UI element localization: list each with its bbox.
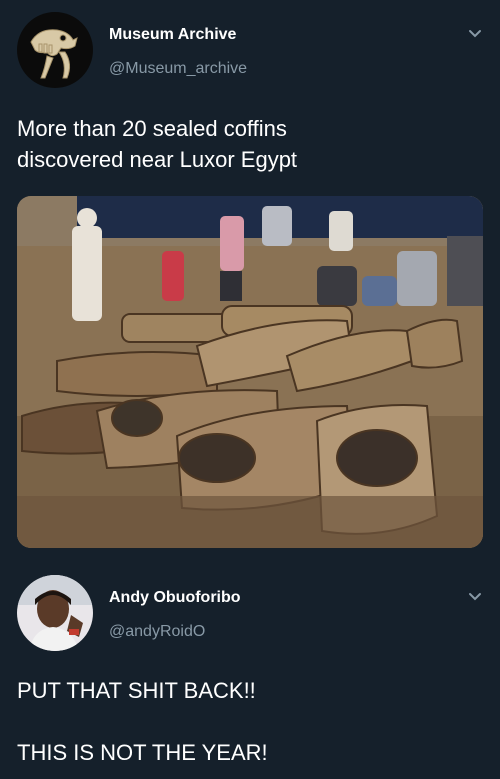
user-avatar[interactable] xyxy=(17,575,93,651)
author-handle[interactable]: @andyRoidO xyxy=(109,623,205,641)
tweet-text-line-1: PUT THAT SHIT BACK!! xyxy=(17,678,256,703)
tweet-text-line-2: THIS IS NOT THE YEAR! xyxy=(17,740,268,765)
tweet-reply[interactable] xyxy=(0,0,500,214)
excavation-photo[interactable] xyxy=(17,196,483,548)
author-name[interactable]: Andy Obuoforibo xyxy=(109,589,241,607)
chevron-down-icon[interactable] xyxy=(467,589,483,605)
